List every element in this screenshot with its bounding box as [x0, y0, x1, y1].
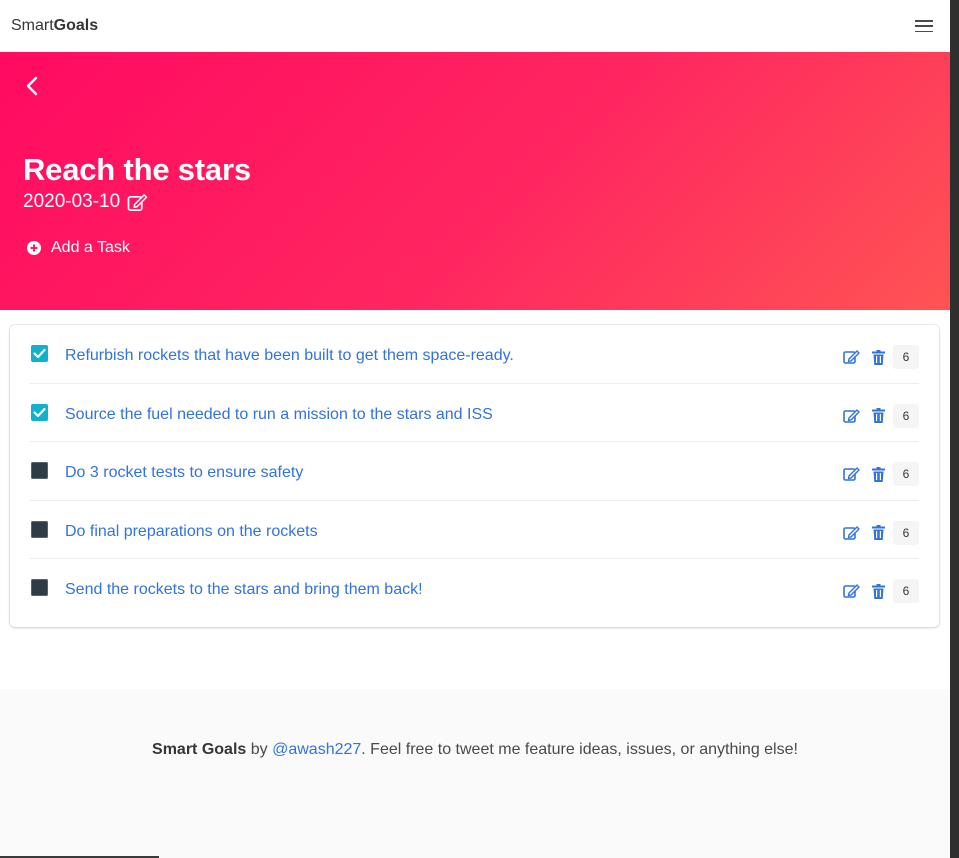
hamburger-menu-icon[interactable]: [915, 19, 933, 33]
task-row: Refurbish rockets that have been built t…: [30, 325, 919, 384]
checkmark-icon: [33, 407, 46, 417]
page: SmartGoals Reach the stars 2020-03-10 Ad…: [0, 0, 950, 858]
task-actions: 6: [843, 403, 919, 428]
task-count-badge: 6: [893, 579, 919, 603]
window-scrollbar[interactable]: [950, 0, 959, 858]
trash-icon[interactable]: [872, 408, 885, 423]
task-text[interactable]: Source the fuel needed to run a mission …: [65, 406, 493, 424]
brand-light: Smart: [11, 17, 54, 34]
trash-icon[interactable]: [872, 349, 885, 365]
edit-task-icon[interactable]: [843, 349, 860, 365]
task-text[interactable]: Send the rockets to the stars and bring …: [65, 581, 423, 599]
task-row: Do final preparations on the rockets 6: [30, 501, 919, 559]
goal-date-row: 2020-03-10: [23, 191, 148, 213]
trash-icon[interactable]: [872, 583, 885, 599]
navbar: SmartGoals: [0, 0, 950, 52]
task-checkbox-checked[interactable]: [31, 403, 48, 421]
brand-logo[interactable]: SmartGoals: [11, 17, 98, 35]
edit-date-icon[interactable]: [127, 193, 148, 212]
edit-task-icon[interactable]: [843, 466, 860, 482]
plus-circle-icon: [27, 241, 41, 255]
checkmark-icon: [33, 348, 46, 359]
task-checkbox-unchecked[interactable]: [31, 579, 48, 596]
footer: Smart Goals by @awash227. Feel free to t…: [0, 689, 950, 858]
task-actions: 6: [843, 462, 919, 486]
add-task-button[interactable]: Add a Task: [27, 239, 130, 257]
edit-task-icon[interactable]: [843, 408, 860, 424]
task-list-card: Refurbish rockets that have been built t…: [10, 325, 939, 627]
edit-task-icon[interactable]: [843, 525, 860, 541]
task-text[interactable]: Do 3 rocket tests to ensure safety: [65, 464, 303, 482]
goal-date: 2020-03-10: [23, 191, 121, 212]
footer-app-name: Smart Goals: [152, 741, 247, 758]
task-checkbox-unchecked[interactable]: [31, 520, 48, 538]
task-row: Do 3 rocket tests to ensure safety 6: [30, 442, 919, 501]
back-arrow-icon[interactable]: [22, 74, 42, 98]
brand-bold: Goals: [53, 17, 99, 34]
task-actions: 6: [843, 345, 919, 369]
task-count-badge: 6: [893, 403, 919, 428]
edit-task-icon[interactable]: [843, 583, 860, 599]
task-checkbox-unchecked[interactable]: [31, 462, 48, 479]
task-actions: 6: [843, 579, 919, 603]
task-actions: 6: [843, 520, 919, 545]
task-row: Send the rockets to the stars and bring …: [30, 559, 919, 618]
task-text[interactable]: Do final preparations on the rockets: [65, 523, 318, 541]
task-count-badge: 6: [893, 345, 919, 369]
hero-banner: Reach the stars 2020-03-10 Add a Task: [0, 52, 950, 310]
task-text[interactable]: Refurbish rockets that have been built t…: [65, 347, 514, 365]
twitter-handle-link[interactable]: @awash227: [272, 741, 361, 758]
footer-text: Smart Goals by @awash227. Feel free to t…: [0, 741, 950, 759]
trash-icon[interactable]: [872, 525, 885, 540]
task-count-badge: 6: [893, 462, 919, 486]
add-task-label: Add a Task: [51, 239, 130, 256]
task-checkbox-checked[interactable]: [31, 345, 48, 362]
footer-message: . Feel free to tweet me feature ideas, i…: [361, 741, 798, 758]
task-row: Source the fuel needed to run a mission …: [30, 384, 919, 442]
footer-by: by: [246, 741, 273, 758]
task-count-badge: 6: [893, 520, 919, 545]
trash-icon[interactable]: [872, 466, 885, 482]
goal-title: Reach the stars: [23, 152, 251, 187]
